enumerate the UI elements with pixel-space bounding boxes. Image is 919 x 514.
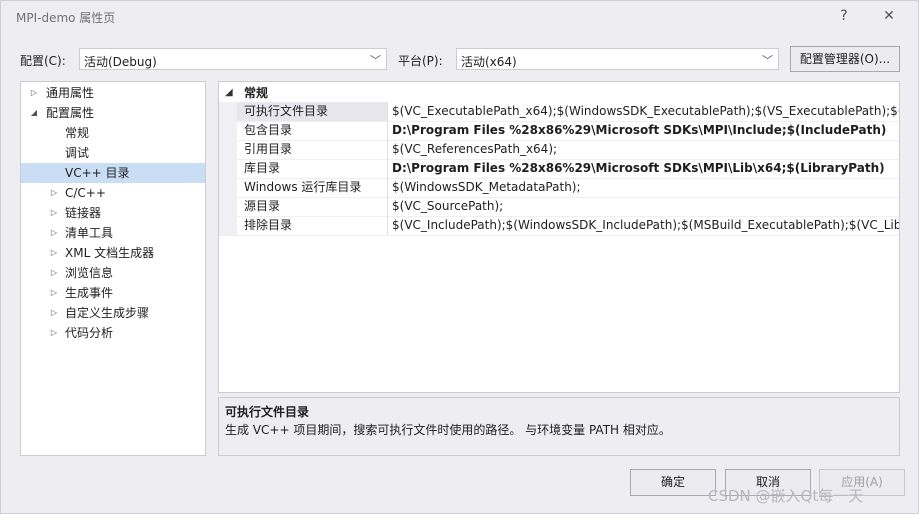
- tree-item-config-properties[interactable]: ◢ 配置属性: [21, 103, 205, 123]
- title-bar: MPI-demo 属性页 ? ✕: [1, 1, 918, 32]
- tree-item-linker[interactable]: ▷ 链接器: [21, 203, 205, 223]
- property-tree: ▷ 通用属性 ◢ 配置属性 常规 调试 VC++ 目录 ▷ C/C++ ▷ 链接…: [20, 81, 206, 456]
- property-row[interactable]: 库目录 D:\Program Files %28x86%29\Microsoft…: [219, 159, 899, 179]
- tree-item-label: 配置属性: [46, 106, 95, 120]
- expand-icon[interactable]: ▷: [49, 243, 59, 263]
- tree-item-label: 清单工具: [65, 226, 114, 240]
- collapse-icon[interactable]: ◢: [225, 84, 233, 102]
- expand-icon[interactable]: ▷: [49, 323, 59, 343]
- expand-icon[interactable]: ▷: [49, 183, 59, 203]
- expand-icon[interactable]: ▷: [49, 263, 59, 283]
- property-row[interactable]: 可执行文件目录 $(VC_ExecutablePath_x64);$(Windo…: [219, 102, 899, 122]
- platform-combo[interactable]: 活动(x64) ﹀: [456, 48, 779, 70]
- tree-item-label: 常规: [65, 126, 90, 140]
- tree-item-label: VC++ 目录: [65, 166, 130, 180]
- property-value[interactable]: $(WindowsSDK_MetadataPath);: [392, 178, 581, 197]
- tree-item-label: 代码分析: [65, 326, 114, 340]
- row-gutter: [219, 159, 237, 178]
- expand-icon[interactable]: ▷: [49, 223, 59, 243]
- expand-icon[interactable]: ▷: [49, 303, 59, 323]
- expand-icon[interactable]: ▷: [29, 83, 39, 103]
- tree-item-debugging[interactable]: 调试: [21, 143, 205, 163]
- row-gutter: [219, 178, 237, 197]
- window-title: MPI-demo 属性页: [16, 11, 116, 25]
- tree-item-label: 生成事件: [65, 286, 114, 300]
- tree-item-label: 调试: [65, 146, 90, 160]
- platform-label: 平台(P):: [398, 54, 443, 68]
- tree-item-build-events[interactable]: ▷ 生成事件: [21, 283, 205, 303]
- property-name: 引用目录: [244, 142, 293, 156]
- property-value[interactable]: $(VC_IncludePath);$(WindowsSDK_IncludePa…: [392, 216, 899, 235]
- tree-item-label: 通用属性: [46, 86, 95, 100]
- config-combo[interactable]: 活动(Debug) ﹀: [79, 48, 387, 70]
- grid-category-label: 常规: [244, 86, 269, 100]
- property-name: 排除目录: [244, 218, 293, 232]
- tree-item-label: XML 文档生成器: [65, 246, 155, 260]
- tree-item-general[interactable]: 常规: [21, 123, 205, 143]
- property-row[interactable]: 排除目录 $(VC_IncludePath);$(WindowsSDK_Incl…: [219, 216, 899, 236]
- config-label: 配置(C):: [20, 54, 66, 68]
- config-value: 活动(Debug): [84, 55, 157, 69]
- watermark-text: CSDN @嵌入Qt每一天: [708, 487, 864, 505]
- column-divider: [387, 121, 388, 140]
- column-divider: [387, 140, 388, 159]
- property-value[interactable]: D:\Program Files %28x86%29\Microsoft SDK…: [392, 159, 885, 178]
- property-value[interactable]: D:\Program Files %28x86%29\Microsoft SDK…: [392, 121, 886, 140]
- tree-item-label: 链接器: [65, 206, 102, 220]
- column-divider: [387, 178, 388, 197]
- tree-item-code-analysis[interactable]: ▷ 代码分析: [21, 323, 205, 343]
- column-divider: [387, 102, 388, 121]
- close-button[interactable]: ✕: [877, 5, 901, 27]
- row-gutter: [219, 216, 237, 235]
- chevron-down-icon: ﹀: [370, 54, 381, 67]
- property-name: 可执行文件目录: [244, 104, 329, 118]
- tree-item-xml-doc-generator[interactable]: ▷ XML 文档生成器: [21, 243, 205, 263]
- tree-item-browse-info[interactable]: ▷ 浏览信息: [21, 263, 205, 283]
- tree-item-custom-build-step[interactable]: ▷ 自定义生成步骤: [21, 303, 205, 323]
- column-divider: [387, 216, 388, 235]
- tree-item-label: 浏览信息: [65, 266, 114, 280]
- description-panel: 可执行文件目录 生成 VC++ 项目期间，搜索可执行文件时使用的路径。 与环境变…: [218, 397, 900, 456]
- collapse-icon[interactable]: ◢: [29, 103, 39, 123]
- grid-category-general[interactable]: ◢ 常规: [219, 84, 899, 102]
- property-row[interactable]: 包含目录 D:\Program Files %28x86%29\Microsof…: [219, 121, 899, 141]
- help-button[interactable]: ?: [832, 5, 856, 27]
- chevron-down-icon: ﹀: [762, 54, 773, 67]
- row-gutter: [219, 102, 237, 121]
- row-gutter: [219, 140, 237, 159]
- property-name: 包含目录: [244, 123, 293, 137]
- property-row[interactable]: 引用目录 $(VC_ReferencesPath_x64);: [219, 140, 899, 160]
- tree-item-label: 自定义生成步骤: [65, 306, 150, 320]
- tree-item-vc-directories[interactable]: VC++ 目录: [21, 163, 205, 183]
- expand-icon[interactable]: ▷: [49, 283, 59, 303]
- config-manager-button[interactable]: 配置管理器(O)...: [790, 46, 900, 72]
- column-divider: [387, 159, 388, 178]
- row-gutter: [219, 121, 237, 140]
- ok-button[interactable]: 确定: [630, 469, 716, 496]
- property-value[interactable]: $(VC_SourcePath);: [392, 197, 503, 216]
- property-row[interactable]: Windows 运行库目录 $(WindowsSDK_MetadataPath)…: [219, 178, 899, 198]
- column-divider: [387, 197, 388, 216]
- description-title: 可执行文件目录: [225, 405, 310, 419]
- property-name: 源目录: [244, 199, 281, 213]
- platform-value: 活动(x64): [461, 55, 517, 69]
- property-name: 库目录: [244, 161, 281, 175]
- expand-icon[interactable]: ▷: [49, 203, 59, 223]
- description-text: 生成 VC++ 项目期间，搜索可执行文件时使用的路径。 与环境变量 PATH 相…: [225, 423, 671, 437]
- tree-item-common-properties[interactable]: ▷ 通用属性: [21, 83, 205, 103]
- row-gutter: [219, 197, 237, 216]
- property-pages-dialog: MPI-demo 属性页 ? ✕ 配置(C): 活动(Debug) ﹀ 平台(P…: [0, 0, 919, 514]
- property-value[interactable]: $(VC_ExecutablePath_x64);$(WindowsSDK_Ex…: [392, 102, 899, 121]
- tree-item-manifest-tool[interactable]: ▷ 清单工具: [21, 223, 205, 243]
- property-value[interactable]: $(VC_ReferencesPath_x64);: [392, 140, 557, 159]
- property-name: Windows 运行库目录: [244, 180, 362, 194]
- tree-item-label: C/C++: [65, 186, 106, 200]
- property-grid: ◢ 常规 可执行文件目录 $(VC_ExecutablePath_x64);$(…: [218, 81, 900, 393]
- tree-item-c-cpp[interactable]: ▷ C/C++: [21, 183, 205, 203]
- property-row[interactable]: 源目录 $(VC_SourcePath);: [219, 197, 899, 217]
